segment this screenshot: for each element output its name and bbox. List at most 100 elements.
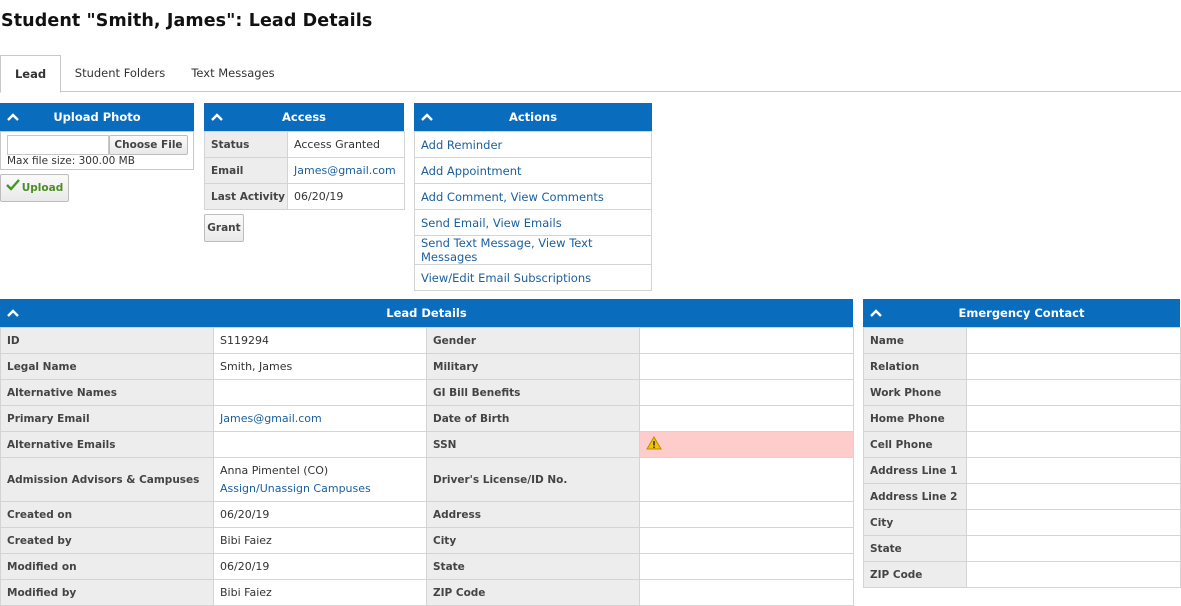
field-label: GI Bill Benefits [426,379,640,406]
tab-student-folders[interactable]: Student Folders [66,55,174,92]
upload-button[interactable]: Upload [0,174,69,202]
field-label: State [863,535,967,562]
assign-campuses-link[interactable]: Assign/Unassign Campuses [220,480,420,498]
gi-bill-value [639,379,854,406]
field-value [966,561,1181,588]
alternative-emails-value [213,431,427,458]
upload-photo-header[interactable]: Upload Photo [0,103,194,131]
tab-text-messages[interactable]: Text Messages [182,55,284,92]
lead-details-header[interactable]: Lead Details [0,299,853,327]
table-row: Legal Name Smith, James Military [0,353,854,380]
grant-button[interactable]: Grant [204,214,244,242]
field-label: Home Phone [863,405,967,432]
modified-on-value: 06/20/19 [213,553,427,580]
chevron-up-icon[interactable] [7,112,19,122]
field-value [966,327,1181,354]
field-value [966,431,1181,458]
access-status-value: Access Granted [287,131,405,158]
table-row: Status Access Granted [204,131,405,158]
checkmark-icon [5,175,20,201]
field-label: Relation [863,353,967,380]
city-value [639,527,854,554]
actions-list: Add Reminder Add Appointment Add Comment… [414,131,652,291]
field-label: Alternative Names [0,379,214,406]
table-row: Address Line 2 [863,483,1181,510]
send-email-link[interactable]: Send Email [421,216,486,230]
add-reminder-link[interactable]: Add Reminder [421,138,502,152]
chevron-up-icon[interactable] [7,308,19,318]
view-emails-link[interactable]: View Emails [493,216,562,230]
max-file-size-note: Max file size: 300.00 MB [7,155,135,167]
access-header[interactable]: Access [204,103,404,131]
field-label: ZIP Code [426,579,640,606]
legal-name-value: Smith, James [213,353,427,380]
chevron-up-icon[interactable] [870,308,882,318]
chevron-up-icon[interactable] [211,112,223,122]
field-label: Name [863,327,967,354]
alternative-names-value [213,379,427,406]
warning-icon [646,436,662,453]
access-title: Access [281,110,327,124]
tab-bar: Lead Student Folders Text Messages [0,55,1181,93]
zip-code-value [639,579,854,606]
chevron-up-icon[interactable] [421,112,433,122]
field-label: State [426,553,640,580]
field-label: Address [426,501,640,528]
primary-email-link[interactable]: James@gmail.com [220,412,322,425]
field-label: Date of Birth [426,405,640,432]
field-label: Work Phone [863,379,967,406]
view-comments-link[interactable]: View Comments [511,190,604,204]
field-label: Modified on [0,553,214,580]
field-label: Created by [0,527,214,554]
tab-lead[interactable]: Lead [0,55,61,93]
field-label: Legal Name [0,353,214,380]
file-name-field[interactable] [7,135,109,155]
field-label: Alternative Emails [0,431,214,458]
field-value [966,535,1181,562]
field-label: ZIP Code [863,561,967,588]
field-value [966,457,1181,484]
table-row: Modified on 06/20/19 State [0,553,854,580]
field-label: Gender [426,327,640,354]
state-value [639,553,854,580]
upload-photo-title: Upload Photo [53,110,141,124]
actions-header[interactable]: Actions [414,103,652,131]
field-label: Address Line 1 [863,457,967,484]
table-row: Relation [863,353,1181,380]
emergency-contact-table: Name Relation Work Phone Home Phone Cell… [863,327,1181,588]
address-value [639,501,854,528]
separator: , [503,189,511,204]
table-row: Alternative Emails SSN [0,431,854,458]
table-row: City [863,509,1181,536]
list-item: Send Text Message, View Text Messages [414,235,652,265]
table-row: ID S119294 Gender [0,327,854,354]
table-row: Home Phone [863,405,1181,432]
send-text-message-link[interactable]: Send Text Message [421,236,531,250]
upload-button-label: Upload [21,182,64,194]
access-email-label: Email [204,157,288,184]
upload-photo-body: Choose File Max file size: 300.00 MB [0,131,194,170]
table-row: Modified by Bibi Faiez ZIP Code [0,579,854,606]
access-email-link[interactable]: James@gmail.com [294,164,396,177]
list-item: View/Edit Email Subscriptions [414,264,652,291]
table-row: Last Activity 06/20/19 [204,183,405,210]
page-title: Student "Smith, James": Lead Details [1,11,373,31]
field-label: City [426,527,640,554]
military-value [639,353,854,380]
table-row: Admission Advisors & Campuses Anna Pimen… [0,457,854,502]
id-value: S119294 [213,327,427,354]
table-row: Created on 06/20/19 Address [0,501,854,528]
emergency-contact-header[interactable]: Emergency Contact [863,299,1180,327]
lead-details-title: Lead Details [386,306,467,320]
add-appointment-link[interactable]: Add Appointment [421,164,522,178]
email-subscriptions-link[interactable]: View/Edit Email Subscriptions [421,271,591,285]
field-label: ID [0,327,214,354]
add-comment-link[interactable]: Add Comment [421,190,503,204]
actions-title: Actions [508,110,558,124]
modified-by-value: Bibi Faiez [213,579,427,606]
choose-file-button[interactable]: Choose File [109,135,188,155]
list-item: Add Reminder [414,131,652,158]
table-row: Alternative Names GI Bill Benefits [0,379,854,406]
field-label: Modified by [0,579,214,606]
table-row: Name [863,327,1181,354]
